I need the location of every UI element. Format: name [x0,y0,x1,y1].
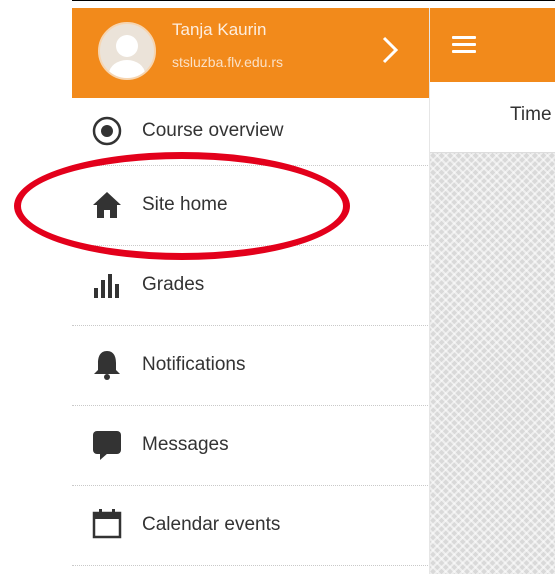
calendar-icon [92,509,122,539]
menu-item-course-overview[interactable]: Course overview [72,98,430,166]
menu-item-label: Notifications [142,354,246,375]
menu-item-notifications[interactable]: Notifications [72,326,430,406]
menu-item-label: Site home [142,194,228,215]
tab-time[interactable]: Time [510,104,552,126]
user-silhouette-icon [109,35,145,78]
chat-icon [93,431,121,460]
course-overview-icon [92,116,122,146]
bell-icon [94,351,120,380]
home-icon [93,192,121,218]
app-top-bar [430,8,555,82]
menu-item-label: Messages [142,434,229,455]
chevron-right-icon[interactable] [374,30,404,70]
user-name: Tanja Kaurin [172,20,267,39]
content-overlay [430,153,555,574]
menu-item-label: Grades [142,274,205,295]
avatar[interactable] [98,22,156,80]
user-site: stsluzba.flv.edu.rs [172,54,284,70]
menu-item-calendar-events[interactable]: Calendar events [72,486,430,566]
left-margin [0,0,72,574]
tab-strip: Time [430,82,555,153]
menu-item-label: Course overview [142,120,284,141]
menu-item-grades[interactable]: Grades [72,246,430,326]
hamburger-menu-icon[interactable] [452,36,476,54]
menu-item-site-home[interactable]: Site home [72,166,430,246]
main-menu: Course overview Site home Grades Notific… [72,98,430,566]
user-profile-header[interactable]: Tanja Kaurin stsluzba.flv.edu.rs [72,8,430,98]
navigation-drawer: Tanja Kaurin stsluzba.flv.edu.rs Course … [72,8,430,574]
menu-item-label: Calendar events [142,514,281,535]
grades-icon [94,274,119,298]
menu-item-messages[interactable]: Messages [72,406,430,486]
